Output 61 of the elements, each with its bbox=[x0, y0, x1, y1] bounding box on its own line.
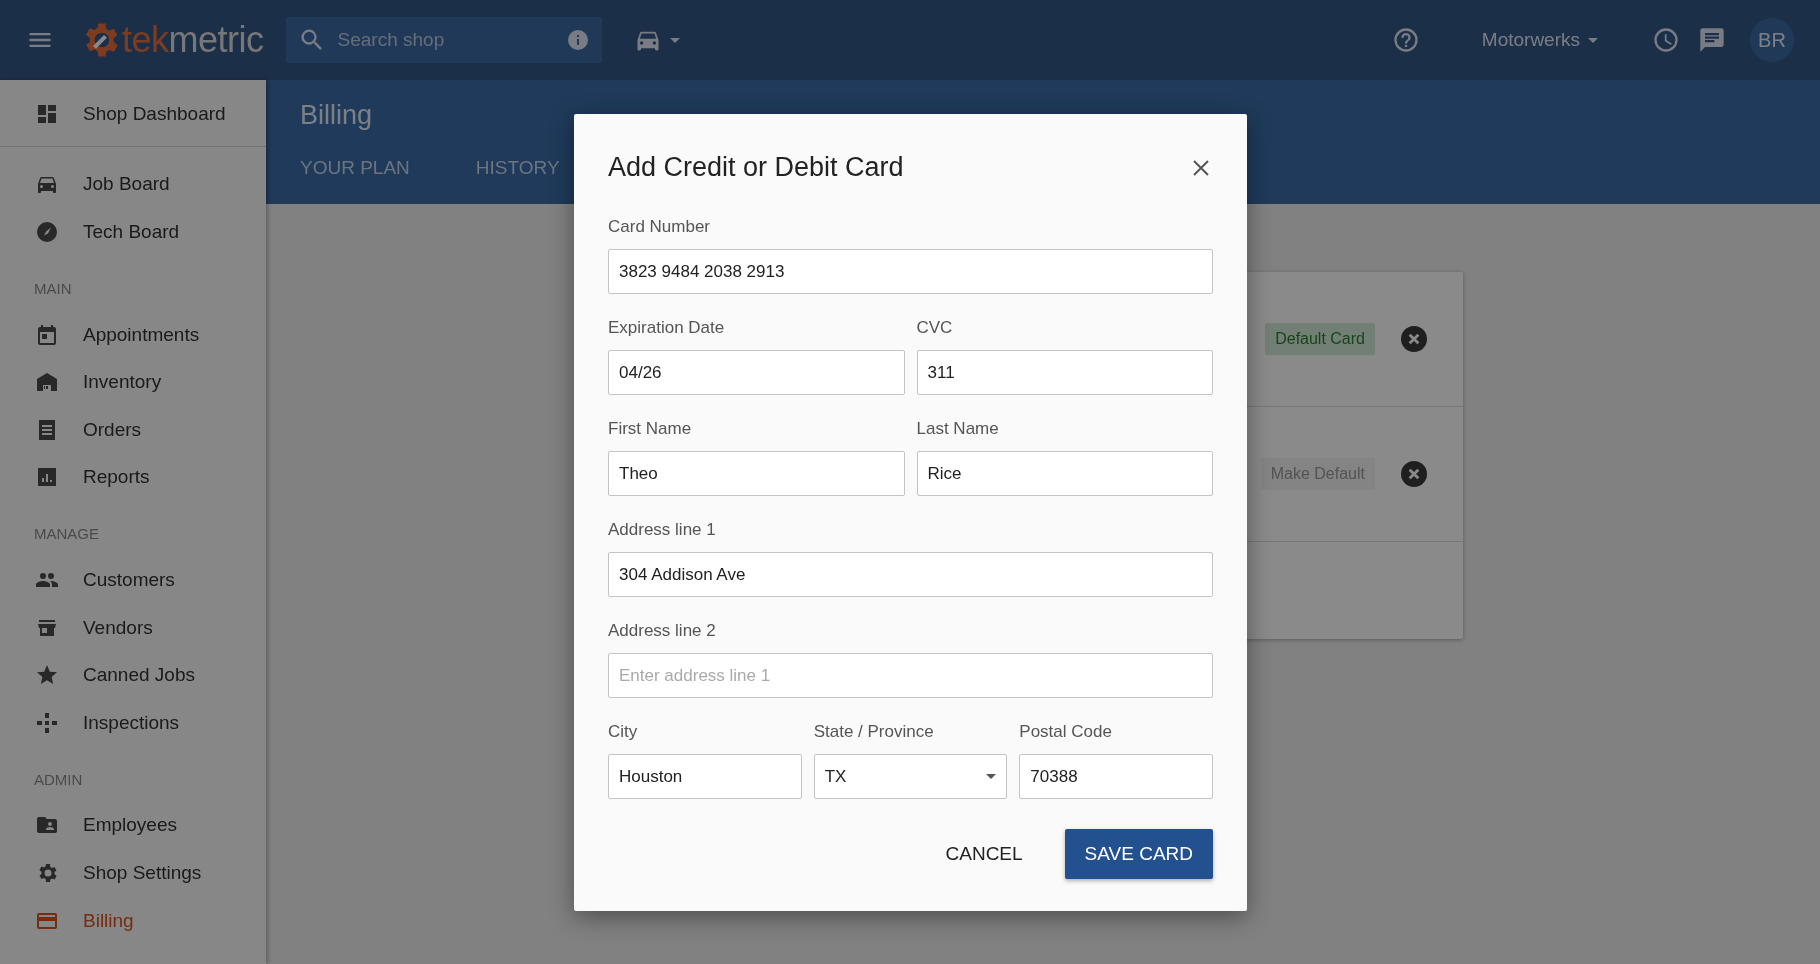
sidebar-item[interactable]: Shop Settings bbox=[0, 849, 266, 897]
remove-icon[interactable] bbox=[1401, 461, 1427, 487]
sidebar-item[interactable]: Vendors bbox=[0, 603, 266, 652]
input-field[interactable]: Theo bbox=[608, 451, 905, 496]
sidebar-item[interactable]: Orders bbox=[0, 405, 266, 454]
calendar-icon bbox=[35, 322, 59, 347]
field-label: City bbox=[608, 722, 639, 742]
page-title: Billing bbox=[300, 99, 374, 131]
field-label: Expiration Date bbox=[608, 318, 726, 338]
select-field[interactable]: TX bbox=[813, 754, 1008, 799]
chat-icon[interactable] bbox=[1698, 26, 1726, 54]
help-icon[interactable] bbox=[1391, 26, 1420, 54]
input-field[interactable]: Enter address line 1 bbox=[608, 653, 1213, 698]
sidebar-item[interactable]: Inspections bbox=[0, 698, 266, 747]
sidebar-item[interactable]: Appointments bbox=[0, 310, 266, 359]
shop-dropdown[interactable]: Motorwerks bbox=[1475, 28, 1604, 52]
info-icon[interactable] bbox=[565, 28, 590, 52]
field-label: Postal Code bbox=[1019, 722, 1113, 742]
sidebar-item[interactable]: Canned Jobs bbox=[0, 651, 266, 699]
field-label: Address line 1 bbox=[608, 520, 717, 540]
search-bar[interactable]: Search shop bbox=[285, 17, 602, 63]
input-field[interactable]: 304 Addison Ave bbox=[608, 552, 1213, 597]
gauge-icon bbox=[35, 220, 59, 244]
input-field[interactable]: Houston bbox=[608, 754, 802, 799]
sidebar-item[interactable]: Tech Board bbox=[0, 208, 266, 256]
remove-icon[interactable] bbox=[1401, 326, 1427, 352]
input-field[interactable]: 311 bbox=[916, 350, 1213, 395]
search-input[interactable]: Search shop bbox=[335, 28, 556, 52]
section-heading: MAIN bbox=[33, 278, 73, 299]
caret-icon bbox=[986, 774, 997, 779]
input-field[interactable]: 3823 9484 2038 2913 bbox=[608, 249, 1213, 294]
dialog-title: Add Credit or Debit Card bbox=[608, 152, 904, 183]
sidebar-item[interactable]: Reports bbox=[0, 453, 266, 502]
sidebar-item[interactable]: Customers bbox=[0, 556, 266, 604]
caret-icon bbox=[1588, 37, 1598, 43]
input-field[interactable]: 04/26 bbox=[608, 350, 905, 395]
puzzle-icon bbox=[35, 710, 59, 735]
field-label: State / Province bbox=[813, 722, 935, 742]
input-field[interactable]: 70388 bbox=[1019, 754, 1213, 799]
field-label: Address line 2 bbox=[608, 621, 717, 641]
sidebar-item[interactable]: Billing bbox=[0, 896, 266, 945]
save-card-button[interactable]: SAVE CARD bbox=[1064, 829, 1213, 879]
section-heading: MANAGE bbox=[33, 524, 100, 545]
sidebar-item[interactable]: Employees bbox=[0, 801, 266, 850]
sidebar-item[interactable]: Shop Dashboard bbox=[0, 90, 266, 138]
field-label: First Name bbox=[608, 419, 693, 439]
sidebar-item[interactable]: Inventory bbox=[0, 358, 266, 406]
logo[interactable]: tekmetric bbox=[78, 18, 264, 62]
sidebar-item[interactable]: Job Board bbox=[0, 160, 266, 209]
input-field[interactable]: Rice bbox=[916, 451, 1213, 496]
clock-icon[interactable] bbox=[1652, 26, 1680, 54]
field-label: Card Number bbox=[608, 217, 712, 237]
caret-icon bbox=[669, 37, 680, 43]
field-label: CVC bbox=[916, 318, 954, 338]
user-avatar[interactable]: BR bbox=[1750, 18, 1794, 62]
cancel-button[interactable]: CANCEL bbox=[933, 831, 1035, 877]
tab[interactable]: YOUR PLAN bbox=[300, 157, 410, 204]
field-label: Last Name bbox=[916, 419, 1000, 439]
tab[interactable]: HISTORY bbox=[475, 157, 560, 204]
section-heading: ADMIN bbox=[33, 769, 84, 790]
default-card-badge: Default Card bbox=[1265, 323, 1375, 355]
